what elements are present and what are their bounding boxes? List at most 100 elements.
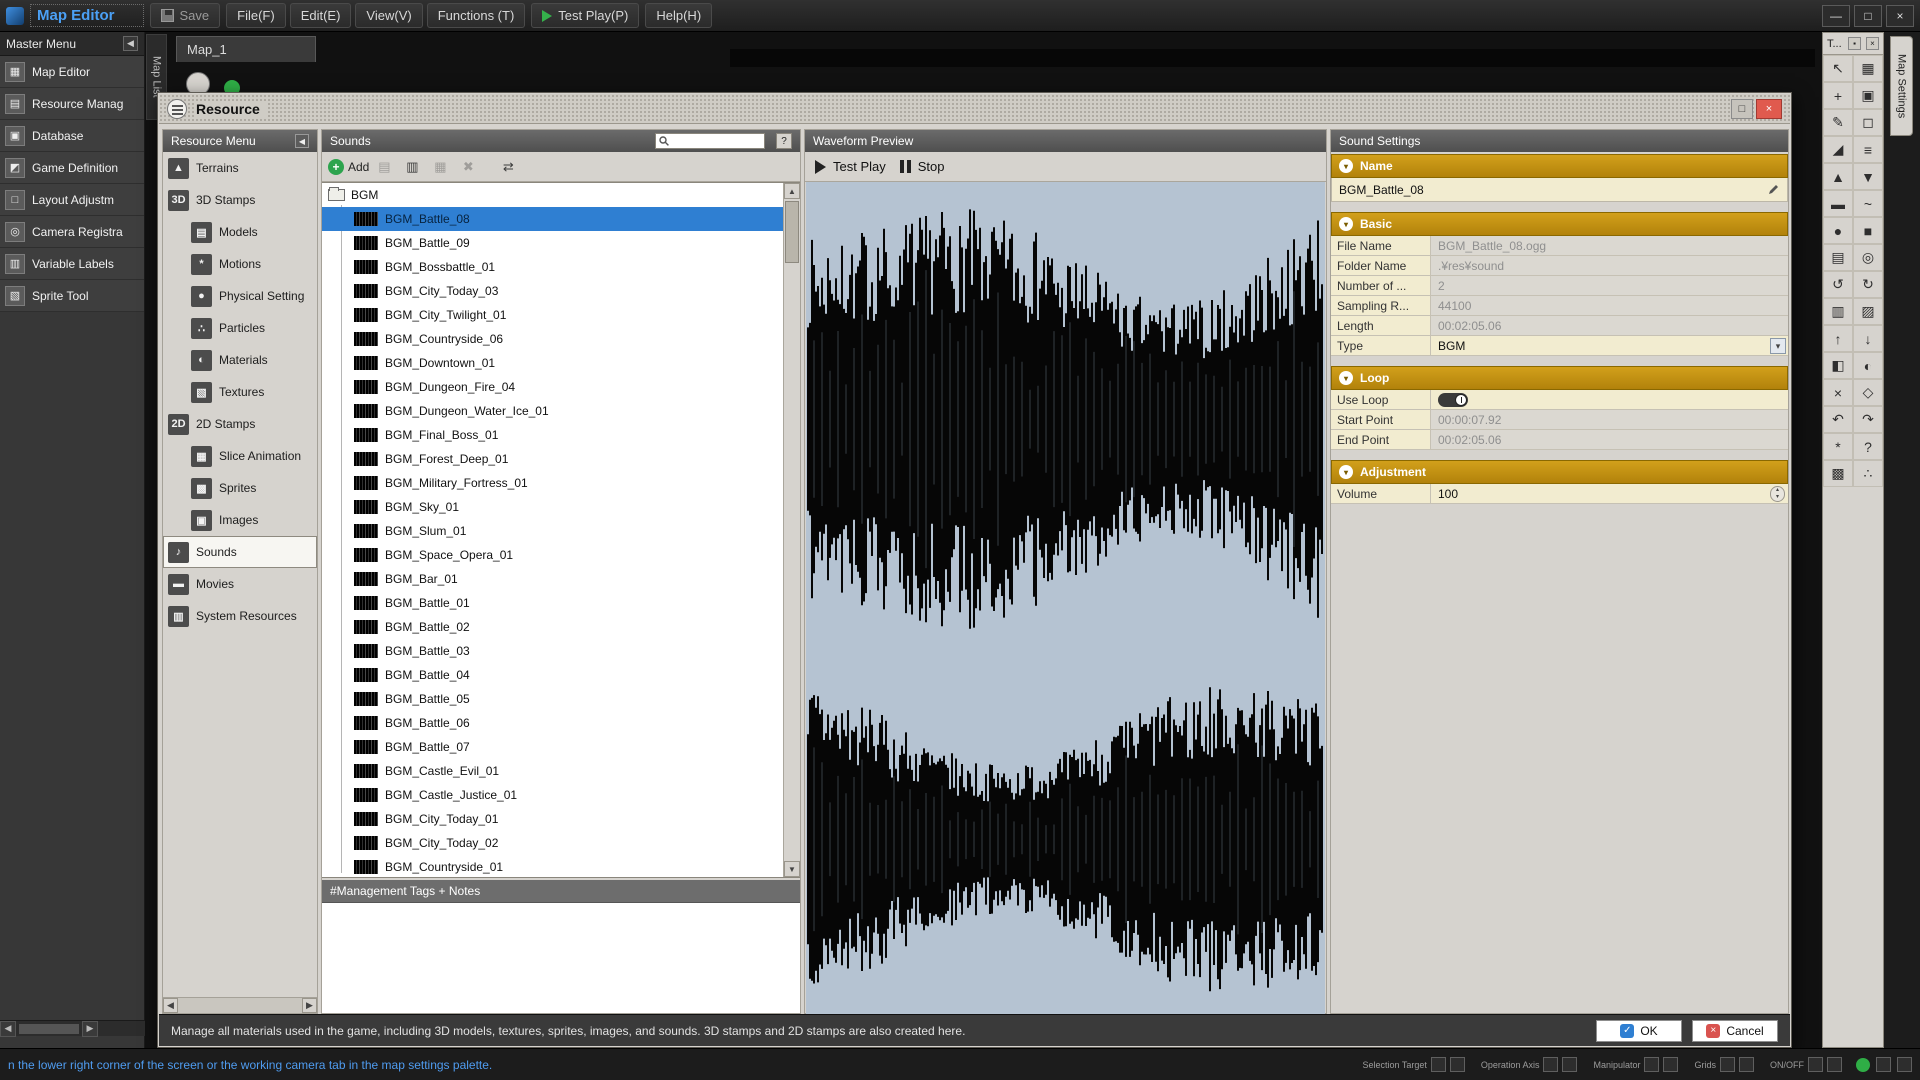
status-power-icon[interactable] [1856,1058,1870,1072]
sound-list-item[interactable]: BGM_Final_Boss_01 [322,423,783,447]
folder-row-bgm[interactable]: BGM [322,183,783,207]
tool-scatter[interactable]: ∴ [1853,460,1883,487]
status-option-icon[interactable] [1808,1057,1823,1072]
volume-spinner-icon[interactable]: ▴▾ [1770,486,1785,502]
resource-menu-sprites[interactable]: ▩ Sprites [163,472,317,504]
sidebar-horizontal-scrollbar[interactable]: ◀ ▶ [0,1020,145,1036]
paste-button[interactable]: ▦ [431,158,453,176]
sound-list-item[interactable]: BGM_Slum_01 [322,519,783,543]
ok-button[interactable]: ✓ OK [1596,1020,1682,1042]
resource-menu-system-resources[interactable]: ▥ System Resources [163,600,317,632]
sound-list-item[interactable]: BGM_Forest_Deep_01 [322,447,783,471]
type-dropdown-icon[interactable]: ▾ [1770,338,1786,354]
add-sound-button[interactable]: + Add [328,159,369,175]
resource-menu-textures[interactable]: ▧ Textures [163,376,317,408]
resource-menu-images[interactable]: ▣ Images [163,504,317,536]
view-menu[interactable]: View(V) [355,3,422,28]
help-icon[interactable]: ? [776,133,792,149]
sound-list-item[interactable]: BGM_Space_Opera_01 [322,543,783,567]
status-option-icon[interactable] [1739,1057,1754,1072]
status-extra-icon[interactable] [1897,1057,1912,1072]
sound-list-item[interactable]: BGM_Dungeon_Fire_04 [322,375,783,399]
tool-help[interactable]: ? [1853,433,1883,460]
tool-settings[interactable]: * [1823,433,1853,460]
sound-list-item[interactable]: BGM_Battle_05 [322,687,783,711]
tool-stamp[interactable]: ▤ [1823,244,1853,271]
scroll-left-icon[interactable]: ◀ [0,1021,16,1037]
tab-map-settings[interactable]: Map Settings [1890,36,1913,136]
sidebar-item-database[interactable]: ▣ Database [0,120,144,152]
resource-menu-3d-stamps[interactable]: 3D 3D Stamps [163,184,317,216]
search-box[interactable] [655,133,765,149]
sound-list-item[interactable]: BGM_Castle_Evil_01 [322,759,783,783]
tool-layer-up[interactable]: ↑ [1823,325,1853,352]
tool-material-picker[interactable]: ◐ [1853,352,1883,379]
test-play-button[interactable]: Test Play(P) [531,3,639,28]
resource-menu-2d-stamps[interactable]: 2D 2D Stamps [163,408,317,440]
resource-menu-scrollbar[interactable]: ◀ ▶ [163,997,317,1013]
management-tags-header[interactable]: #Management Tags + Notes [322,880,800,902]
sound-list-item[interactable]: BGM_Battle_06 [322,711,783,735]
scroll-up-icon[interactable]: ▲ [784,183,800,199]
tool-rotate-right[interactable]: ↻ [1853,271,1883,298]
pin-panel-icon[interactable]: ▪ [1848,37,1861,50]
sidebar-item-resource-manager[interactable]: ▤ Resource Manag [0,88,144,120]
sound-list-item[interactable]: BGM_City_Twilight_01 [322,303,783,327]
status-extra-icon[interactable] [1876,1057,1891,1072]
section-basic-header[interactable]: ▾ Basic [1331,212,1788,236]
sound-list-item[interactable]: BGM_Military_Fortress_01 [322,471,783,495]
tool-rotate-left[interactable]: ↺ [1823,271,1853,298]
sound-list-item[interactable]: BGM_Downtown_01 [322,351,783,375]
tool-camera[interactable]: ◇ [1853,379,1883,406]
tool-paste[interactable]: ▨ [1853,298,1883,325]
resource-menu-physical-setting[interactable]: ● Physical Setting [163,280,317,312]
sound-list-item[interactable]: BGM_City_Today_02 [322,831,783,855]
new-folder-button[interactable]: ▤ [375,158,397,176]
resource-menu-particles[interactable]: ∴ Particles [163,312,317,344]
sound-list-item[interactable]: BGM_Battle_01 [322,591,783,615]
close-button[interactable]: × [1886,5,1914,27]
tool-redo[interactable]: ↷ [1853,406,1883,433]
collapse-resource-menu-icon[interactable]: ◀ [295,134,309,148]
scrollbar-thumb[interactable] [785,201,799,263]
sound-list-item[interactable]: BGM_Countryside_06 [322,327,783,351]
dialog-close-button[interactable]: × [1756,99,1782,119]
tool-move[interactable]: + [1823,82,1853,109]
sidebar-item-map-editor[interactable]: ▦ Map Editor [0,56,144,88]
dialog-maximize-button[interactable]: □ [1731,99,1753,119]
resource-menu-movies[interactable]: ▬ Movies [163,568,317,600]
tool-area-select[interactable]: ▦ [1853,55,1883,82]
sound-list-item[interactable]: BGM_Countryside_01 [322,855,783,878]
close-panel-icon[interactable]: × [1866,37,1879,50]
status-option-icon[interactable] [1720,1057,1735,1072]
resource-menu-motions[interactable]: * Motions [163,248,317,280]
scroll-right-icon[interactable]: ▶ [82,1021,98,1037]
sidebar-item-variable-labels[interactable]: ▥ Variable Labels [0,248,144,280]
edit-menu[interactable]: Edit(E) [290,3,352,28]
setting-value[interactable]: BGM ▾ ▴▾ [1431,336,1788,355]
sound-list-item[interactable]: BGM_City_Today_03 [322,279,783,303]
tool-select-cursor[interactable]: ↖ [1823,55,1853,82]
sound-list-item[interactable]: BGM_Battle_08 [322,207,783,231]
scrollbar-thumb[interactable] [19,1024,79,1034]
tool-flatten[interactable]: ▬ [1823,190,1853,217]
sound-list-item[interactable]: BGM_Battle_07 [322,735,783,759]
section-adjustment-header[interactable]: ▾ Adjustment [1331,460,1788,484]
tool-undo[interactable]: ↶ [1823,406,1853,433]
tool-smooth[interactable]: ~ [1853,190,1883,217]
status-option-icon[interactable] [1543,1057,1558,1072]
sound-list-item[interactable]: BGM_Bossbattle_01 [322,255,783,279]
status-option-icon[interactable] [1644,1057,1659,1072]
tool-stairs[interactable]: ≡ [1853,136,1883,163]
sound-list-item[interactable]: BGM_Castle_Justice_01 [322,783,783,807]
resource-menu-materials[interactable]: ◐ Materials [163,344,317,376]
tool-circle-brush[interactable]: ● [1823,217,1853,244]
section-name-header[interactable]: ▾ Name [1331,154,1788,178]
setting-value[interactable]: 100 ▾ ▴▾ [1431,484,1788,503]
sound-list-item[interactable]: BGM_Battle_03 [322,639,783,663]
tool-eraser[interactable]: ◻ [1853,109,1883,136]
dialog-titlebar[interactable]: Resource □ × [159,94,1790,124]
save-button[interactable]: Save [150,3,221,28]
status-option-icon[interactable] [1562,1057,1577,1072]
sound-list-item[interactable]: BGM_City_Today_01 [322,807,783,831]
